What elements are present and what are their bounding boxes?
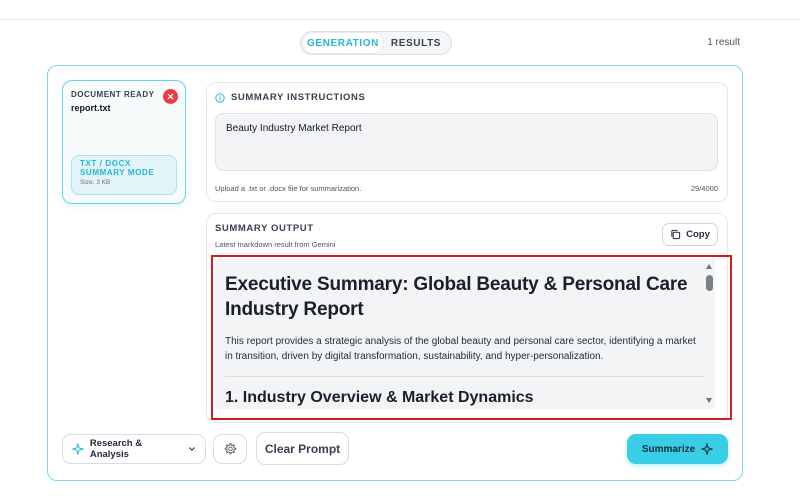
tab-results[interactable]: RESULTS	[383, 33, 449, 53]
summarize-button[interactable]: Summarize	[627, 434, 728, 464]
document-card: DOCUMENT READY report.txt TXT / DOCX SUM…	[62, 80, 186, 204]
copy-button-label: Copy	[686, 229, 710, 240]
document-filename: report.txt	[71, 103, 111, 113]
clear-prompt-button[interactable]: Clear Prompt	[256, 432, 349, 465]
copy-button[interactable]: Copy	[662, 223, 718, 246]
mode-select-value: Research & Analysis	[89, 438, 143, 460]
close-icon	[167, 93, 174, 100]
document-status: DOCUMENT READY	[71, 90, 155, 99]
instructions-title-text: SUMMARY INSTRUCTIONS	[231, 92, 366, 103]
instructions-input[interactable]: Beauty Industry Market Report	[215, 113, 718, 171]
document-size: Size: 3 KB	[80, 179, 111, 186]
copy-icon	[671, 229, 681, 240]
output-title: SUMMARY OUTPUT	[215, 223, 314, 234]
tab-generation[interactable]: GENERATION	[303, 33, 383, 53]
mode-select[interactable]: Research & Analysis	[62, 434, 206, 464]
chevron-down-icon	[189, 447, 195, 451]
gear-icon	[224, 443, 237, 455]
result-count: 1 result	[707, 37, 740, 48]
sparkle-icon	[701, 443, 714, 455]
summary-mode-badge: TXT / DOCX SUMMARY MODE Size: 3 KB	[71, 155, 177, 195]
view-tabs: GENERATION RESULTS	[300, 31, 452, 55]
character-count: 29/4000	[690, 184, 718, 193]
instructions-helper-text: Upload a .txt or .docx file for summariz…	[215, 184, 362, 193]
sparkle-icon	[72, 443, 84, 455]
instructions-title: SUMMARY INSTRUCTIONS	[215, 92, 365, 103]
output-subtitle: Latest markdown result from Gemini	[215, 240, 336, 249]
info-icon	[215, 92, 225, 103]
top-bar	[0, 0, 800, 20]
settings-button[interactable]	[213, 434, 247, 464]
summarize-button-label: Summarize	[641, 443, 696, 455]
summary-mode-label: TXT / DOCX SUMMARY MODE	[80, 159, 155, 177]
highlight-box	[211, 255, 732, 420]
remove-document-button[interactable]	[163, 89, 178, 104]
